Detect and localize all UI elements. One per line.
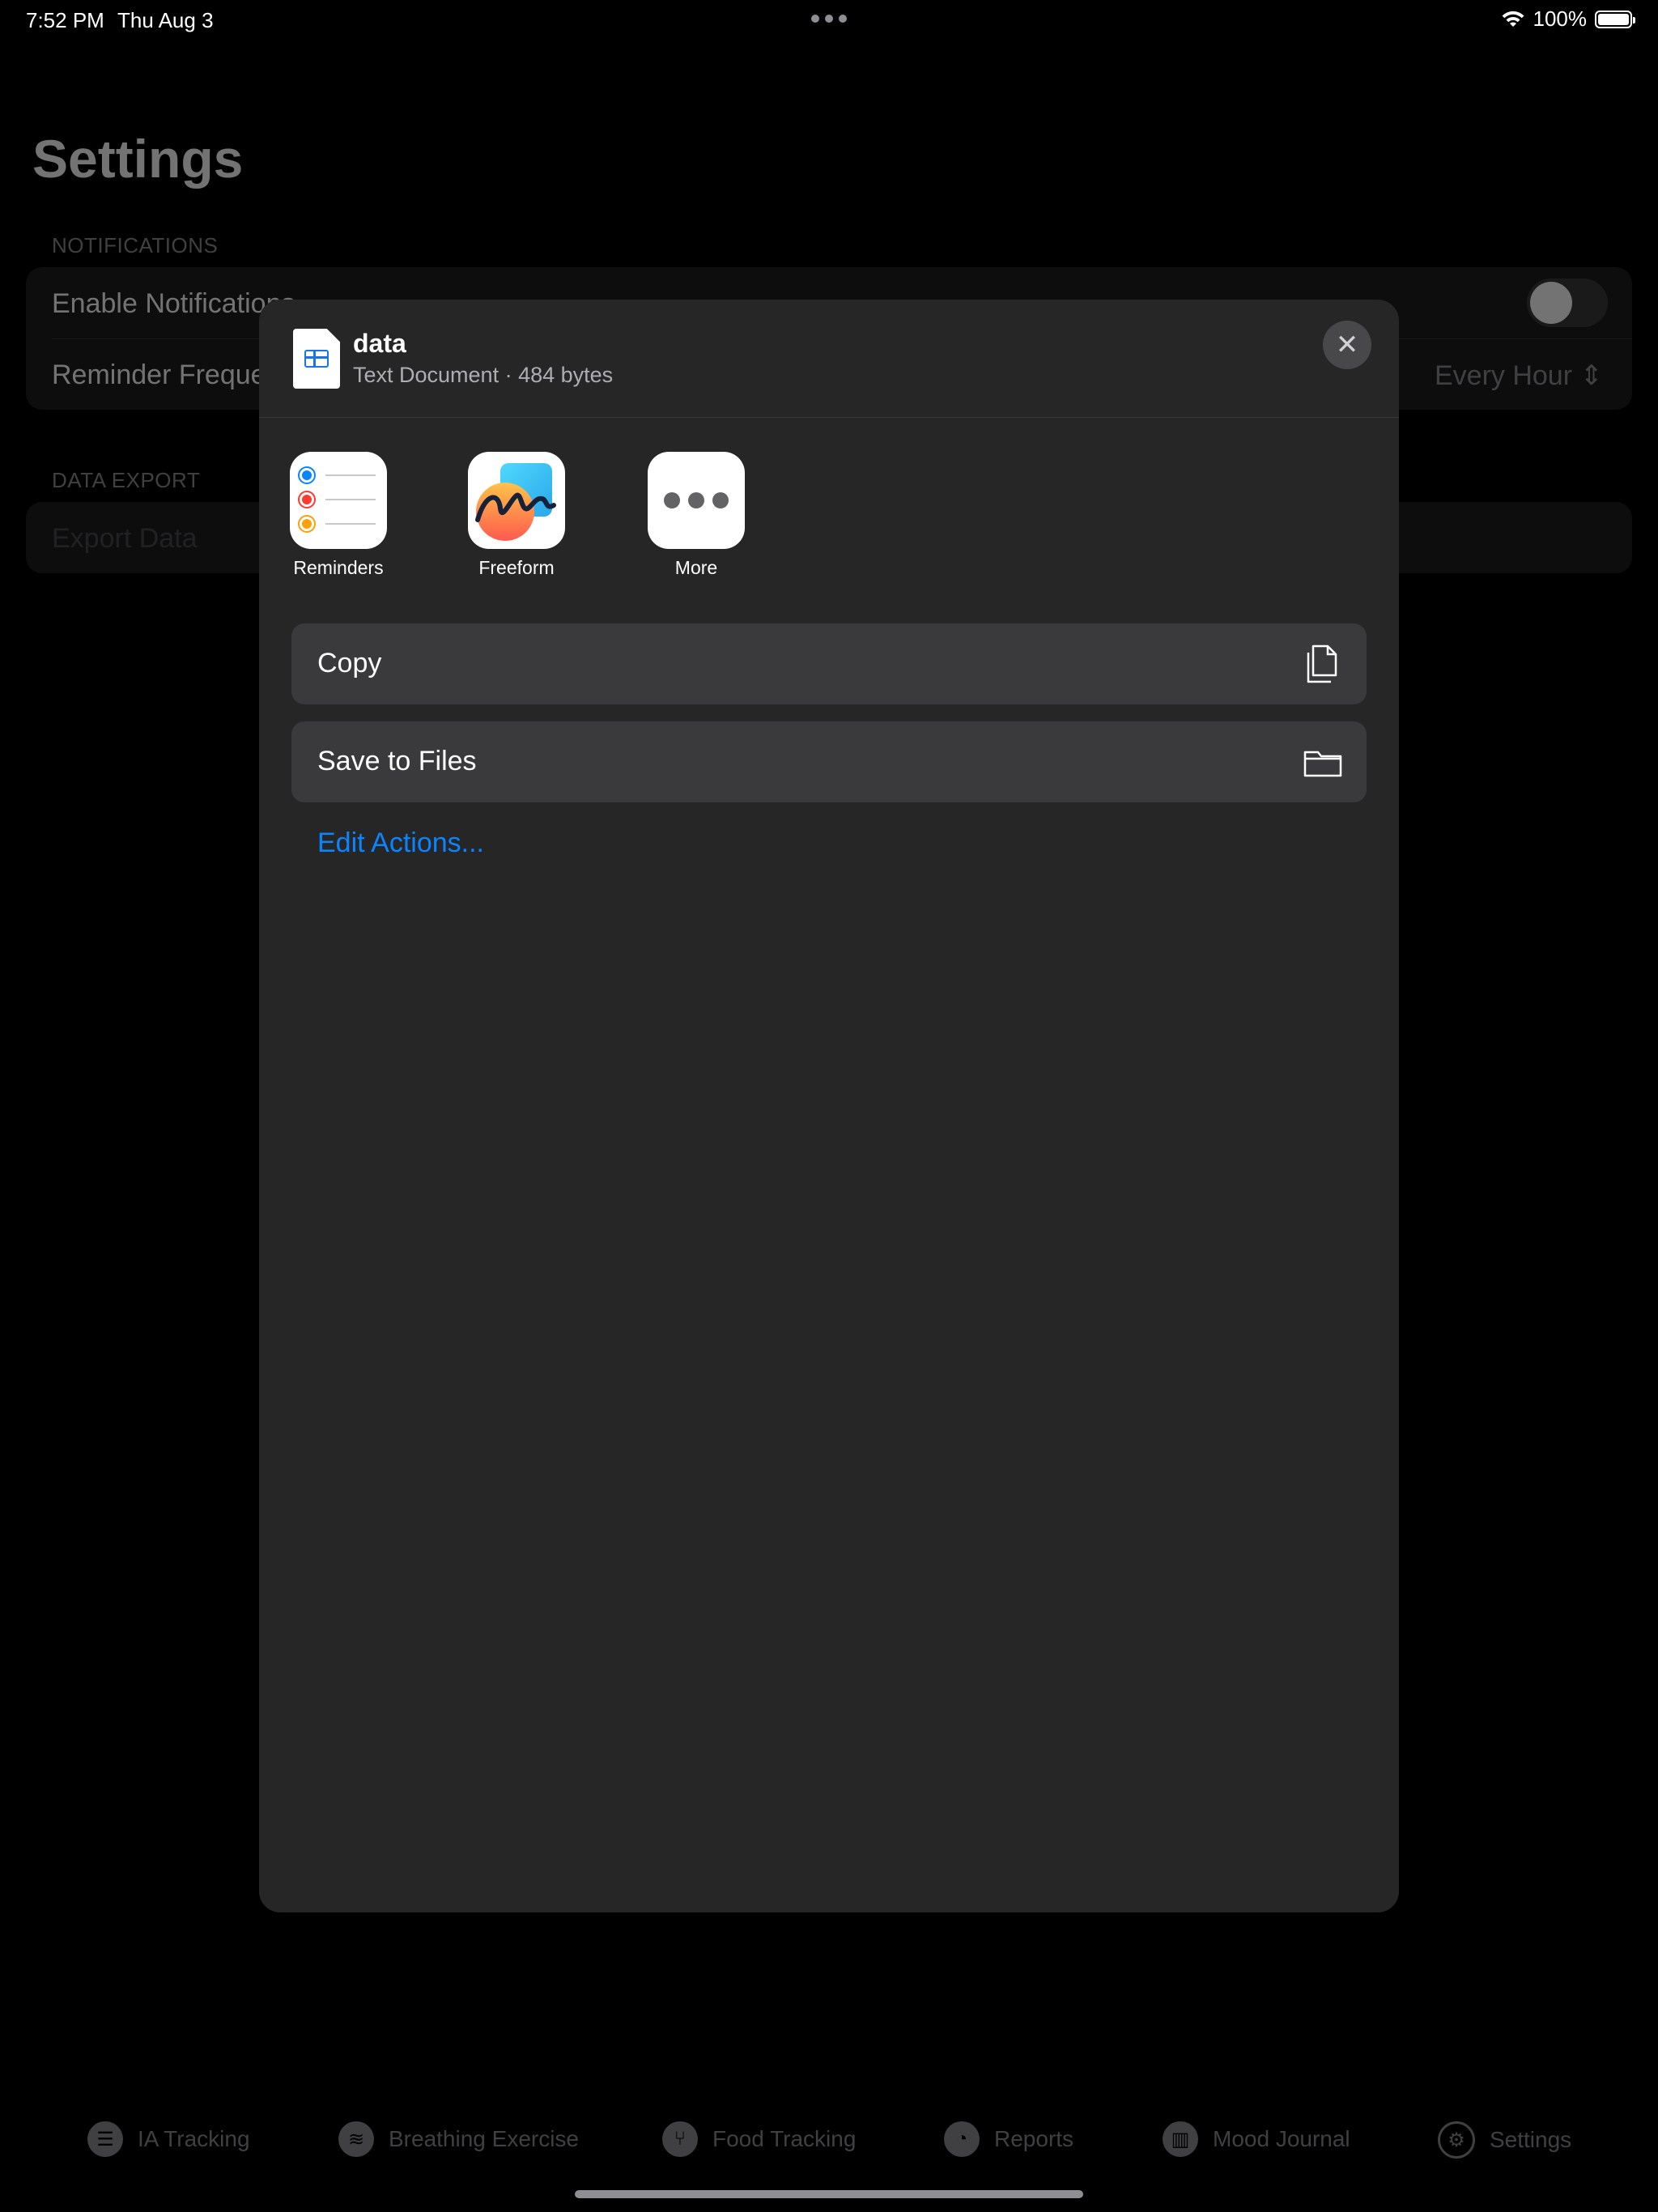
file-meta: Text Document · 484 bytes	[353, 363, 614, 387]
action-label: Copy	[317, 648, 382, 678]
book-icon: ▥	[1163, 2121, 1198, 2157]
tab-label: Food Tracking	[712, 2126, 857, 2151]
fork-knife-icon: ⑂	[662, 2121, 698, 2157]
chevron-up-down-icon: ⇕	[1579, 360, 1604, 391]
list-icon: ☰	[87, 2121, 123, 2157]
tab-food-tracking[interactable]: ⑂ Food Tracking	[662, 2121, 856, 2157]
action-label: Save to Files	[317, 746, 477, 776]
freeform-app-icon	[468, 452, 565, 549]
tab-label: Settings	[1490, 2127, 1572, 2152]
home-indicator[interactable]	[575, 2190, 1083, 2198]
copy-icon	[1307, 644, 1337, 683]
edit-actions-link[interactable]: Edit Actions...	[317, 827, 484, 859]
tab-settings[interactable]: ⚙ Settings	[1438, 2121, 1571, 2159]
app-label: Freeform	[478, 557, 555, 578]
reminder-frequency-picker[interactable]: Every Hour ⇕	[1435, 359, 1603, 392]
close-icon: ✕	[1335, 330, 1359, 360]
share-sheet: data Text Document · 484 bytes ✕ Reminde…	[259, 300, 1399, 1912]
tab-mood-journal[interactable]: ▥ Mood Journal	[1163, 2121, 1350, 2157]
tab-bar: ☰ IA Tracking ≋ Breathing Exercise ⑂ Foo…	[0, 2121, 1658, 2180]
app-row: Reminders Freeform More	[259, 452, 1399, 589]
section-header-data-export: DATA EXPORT	[52, 468, 201, 492]
gear-icon: ⚙	[1438, 2121, 1475, 2159]
wind-icon: ≋	[338, 2121, 374, 2157]
reminder-frequency-value: Every Hour	[1434, 360, 1573, 391]
app-label: More	[674, 557, 718, 578]
section-header-notifications: NOTIFICATIONS	[52, 233, 219, 257]
file-name: data	[353, 329, 406, 358]
close-button[interactable]: ✕	[1323, 321, 1371, 369]
app-label: Reminders	[293, 557, 384, 578]
page-title: Settings	[32, 129, 244, 189]
copy-action[interactable]: Copy	[291, 623, 1367, 704]
tab-ia-tracking[interactable]: ☰ IA Tracking	[87, 2121, 250, 2157]
pie-chart-icon: ◔	[944, 2121, 980, 2157]
tab-label: IA Tracking	[138, 2126, 250, 2151]
tab-label: Mood Journal	[1213, 2126, 1350, 2151]
share-app-reminders[interactable]: Reminders	[274, 452, 403, 579]
share-app-more[interactable]: More	[631, 452, 761, 579]
share-app-freeform[interactable]: Freeform	[452, 452, 581, 579]
share-sheet-header: data Text Document · 484 bytes ✕	[259, 300, 1399, 418]
spreadsheet-document-icon	[293, 329, 340, 389]
tab-label: Breathing Exercise	[389, 2126, 580, 2151]
reminders-app-icon	[290, 452, 387, 549]
more-icon	[648, 452, 745, 549]
folder-icon	[1303, 751, 1342, 777]
save-to-files-action[interactable]: Save to Files	[291, 721, 1367, 802]
tab-reports[interactable]: ◔ Reports	[944, 2121, 1073, 2157]
tab-breathing-exercise[interactable]: ≋ Breathing Exercise	[338, 2121, 579, 2157]
tab-label: Reports	[994, 2126, 1074, 2151]
enable-notifications-toggle[interactable]	[1527, 279, 1608, 327]
